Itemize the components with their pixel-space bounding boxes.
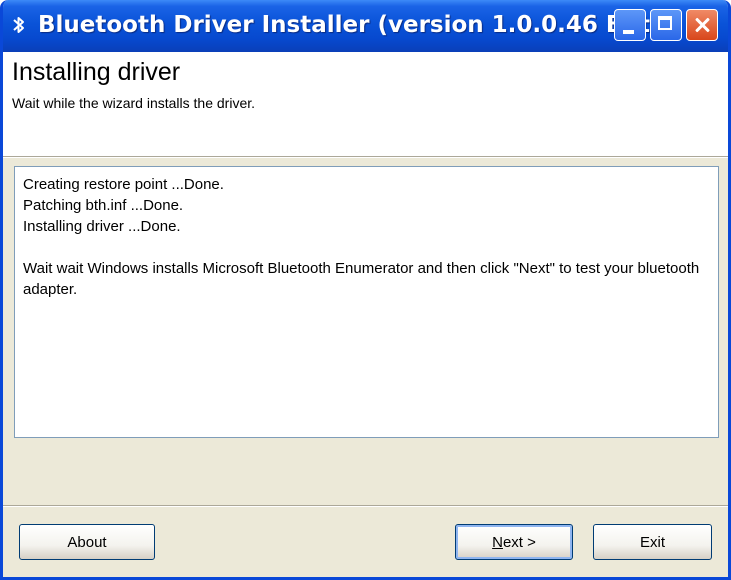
exit-button[interactable]: Exit	[593, 524, 712, 560]
close-button[interactable]	[686, 9, 718, 41]
next-label: ext >	[502, 533, 536, 551]
next-button[interactable]: Next >	[455, 524, 573, 560]
bluetooth-icon	[13, 17, 24, 33]
page-subtitle: Wait while the wizard installs the drive…	[12, 95, 256, 111]
wizard-header: Installing driver Wait while the wizard …	[3, 52, 728, 157]
installer-window: Bluetooth Driver Installer (version 1.0.…	[0, 0, 731, 580]
page-title: Installing driver	[12, 58, 181, 86]
footer-divider-highlight	[3, 506, 728, 507]
about-button[interactable]: About	[19, 524, 155, 560]
log-line: Creating restore point ...Done.	[23, 176, 224, 193]
log-line: Patching bth.inf ...Done.	[23, 197, 184, 214]
minimize-button[interactable]	[614, 9, 646, 41]
install-log[interactable]: Creating restore point ...Done. Patching…	[14, 166, 719, 438]
log-line: Installing driver ...Done.	[23, 218, 181, 235]
maximize-button[interactable]	[650, 9, 682, 41]
title-bar[interactable]: Bluetooth Driver Installer (version 1.0.…	[3, 0, 728, 52]
next-mnemonic: N	[492, 533, 503, 551]
header-divider	[3, 157, 728, 158]
window-title: Bluetooth Driver Installer (version 1.0.…	[38, 12, 677, 38]
log-message: Wait wait Windows installs Microsoft Blu…	[23, 260, 700, 298]
